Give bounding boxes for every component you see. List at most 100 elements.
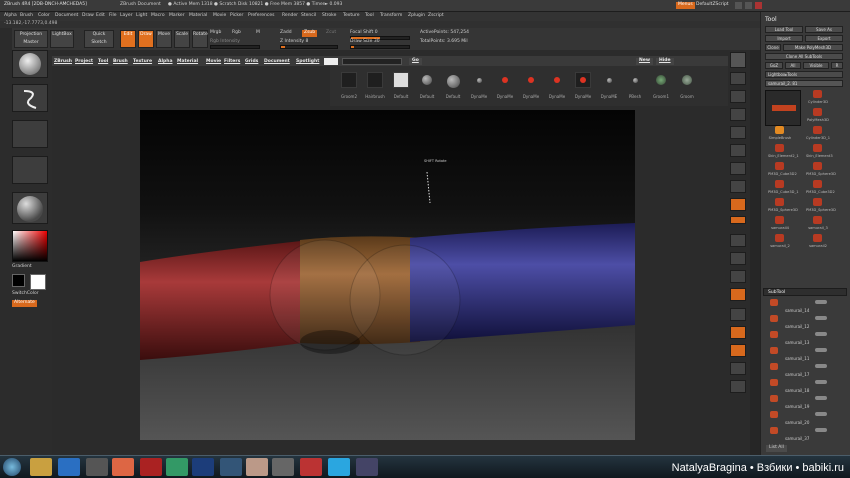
menu-render[interactable]: Render	[282, 13, 298, 19]
spix-button[interactable]	[730, 72, 746, 85]
menu-zplugin[interactable]: Zplugin	[408, 13, 425, 19]
visibility-toggle[interactable]	[815, 332, 827, 336]
subtool-row[interactable]: samurail_20	[765, 410, 845, 425]
aahalf-button[interactable]	[730, 144, 746, 157]
explorer-icon[interactable]	[30, 458, 52, 476]
actual-button[interactable]	[730, 126, 746, 139]
visibility-toggle[interactable]	[815, 300, 827, 304]
subtool-header[interactable]: SubTool	[763, 288, 847, 296]
search-input[interactable]	[342, 58, 402, 65]
visibility-toggle[interactable]	[815, 412, 827, 416]
visibility-toggle[interactable]	[815, 316, 827, 320]
goz-button[interactable]: GoZ	[765, 62, 783, 69]
subtool-row[interactable]: samurail_13	[765, 330, 845, 345]
lightbox-button[interactable]: LightBox	[50, 30, 74, 48]
menu-texture[interactable]: Texture	[343, 13, 359, 19]
subtool-row[interactable]: samurail_37	[765, 426, 845, 441]
media-player-icon[interactable]	[86, 458, 108, 476]
list-all-button[interactable]: List All	[766, 445, 787, 452]
menu-color[interactable]: Color	[38, 13, 50, 19]
color-picker[interactable]	[12, 230, 48, 262]
subtool-row[interactable]: samurail_12	[765, 314, 845, 329]
zoom-button[interactable]	[730, 108, 746, 121]
start-button[interactable]	[3, 458, 21, 476]
tool-item[interactable]: Skin_Element2_1	[768, 144, 799, 160]
tool-item[interactable]: samurail_2	[770, 234, 790, 250]
acrobat-icon[interactable]	[140, 458, 162, 476]
menu-brush[interactable]: Brush	[20, 13, 33, 19]
scale-view-button[interactable]	[730, 270, 746, 283]
app-icon[interactable]	[356, 458, 378, 476]
shelf-brush[interactable]: DynaMe	[468, 72, 490, 102]
document-canvas[interactable]: SHIFT Rotate	[140, 110, 635, 440]
transp-button[interactable]	[730, 326, 746, 339]
xpose-button[interactable]	[730, 380, 746, 393]
menu-movie[interactable]: Movie	[213, 13, 226, 19]
visibility-toggle[interactable]	[815, 428, 827, 432]
current-tool-slider[interactable]: samurail_2. 81	[765, 80, 843, 87]
tool-item[interactable]: PM3D_Sphere3D	[806, 198, 836, 214]
tool-item[interactable]: PM3D_Cube3D2	[768, 162, 797, 178]
tool-item[interactable]: PM3D_Cube3D_1	[768, 180, 799, 196]
palette-grids[interactable]: Grids	[245, 59, 258, 64]
visible-button[interactable]: Visible	[803, 62, 829, 69]
z-intensity-slider[interactable]	[280, 45, 338, 49]
ie-icon[interactable]	[58, 458, 80, 476]
menu-stencil[interactable]: Stencil	[301, 13, 316, 19]
zbrush-taskbar-icon[interactable]	[272, 458, 294, 476]
maximize-button[interactable]	[745, 2, 752, 9]
m-toggle[interactable]: M	[256, 30, 260, 36]
palette-zbrush[interactable]: ZBrush	[54, 59, 72, 64]
palette-alpha[interactable]: Alpha	[158, 59, 173, 64]
menu-macro[interactable]: Macro	[151, 13, 165, 19]
chrome-icon[interactable]	[112, 458, 134, 476]
export-button[interactable]: Export	[805, 35, 843, 42]
frame-button[interactable]	[730, 234, 746, 247]
secondary-color-swatch[interactable]	[12, 274, 25, 287]
alternate-button[interactable]: Alternate	[12, 300, 37, 307]
tool-item[interactable]: PM3D_Sphere3D	[768, 198, 798, 214]
shelf-brush[interactable]: DynaMe	[494, 72, 516, 102]
r-button[interactable]: R	[831, 62, 843, 69]
shelf-brush[interactable]: Default	[416, 72, 438, 102]
clone-button[interactable]: Clone	[765, 44, 781, 51]
menu-edit[interactable]: Edit	[96, 13, 105, 19]
zcut-toggle[interactable]: Zcut	[326, 30, 336, 36]
lightbox-tools-button[interactable]: Lightbox▸Tools	[765, 71, 843, 78]
rotate-view-button[interactable]	[730, 288, 746, 301]
shelf-brush[interactable]: Groom	[676, 72, 698, 102]
folder-icon[interactable]	[246, 458, 268, 476]
photoshop-icon[interactable]	[192, 458, 214, 476]
draw-button[interactable]: Draw	[138, 30, 154, 48]
menu-zscript[interactable]: Zscript	[428, 13, 444, 19]
scroll-button[interactable]	[730, 90, 746, 103]
subtool-row[interactable]: samurail_14	[765, 298, 845, 313]
rgb-toggle[interactable]: Rgb	[232, 30, 241, 36]
menu-layer[interactable]: Layer	[120, 13, 133, 19]
menu-preferences[interactable]: Preferences	[248, 13, 274, 19]
move-view-button[interactable]	[730, 252, 746, 265]
tool-item[interactable]: PolyMesh3D	[807, 108, 829, 124]
stroke-slot[interactable]	[12, 84, 48, 112]
solo-button[interactable]	[730, 362, 746, 375]
minimize-button[interactable]	[735, 2, 742, 9]
menu-stroke[interactable]: Stroke	[322, 13, 336, 19]
brush-slot[interactable]	[12, 50, 48, 78]
palette-tool[interactable]: Tool	[98, 59, 108, 64]
tool-item[interactable]: SimpleBrush	[769, 126, 791, 142]
projection-master-button[interactable]: Projection Master	[14, 30, 48, 48]
zsub-toggle[interactable]: Zsub	[302, 30, 318, 37]
shelf-brush[interactable]: DynaMe	[520, 72, 542, 102]
tool-item[interactable]: Cylinder3D_1	[806, 126, 830, 142]
default-zscript-button[interactable]: DefaultZScript	[696, 2, 729, 8]
tool-item[interactable]: PM3D_Sphere3D	[806, 162, 836, 178]
app-icon[interactable]	[300, 458, 322, 476]
local-button[interactable]	[730, 198, 746, 211]
right-tray-scroll[interactable]	[750, 50, 760, 455]
shelf-brush[interactable]: DynaMe	[546, 72, 568, 102]
mrgb-toggle[interactable]: Mrgb	[210, 30, 221, 36]
texture-slot[interactable]	[12, 156, 48, 184]
skype-icon[interactable]	[328, 458, 350, 476]
rotate-button[interactable]: Rotate	[192, 30, 208, 48]
persp-button[interactable]	[730, 162, 746, 175]
